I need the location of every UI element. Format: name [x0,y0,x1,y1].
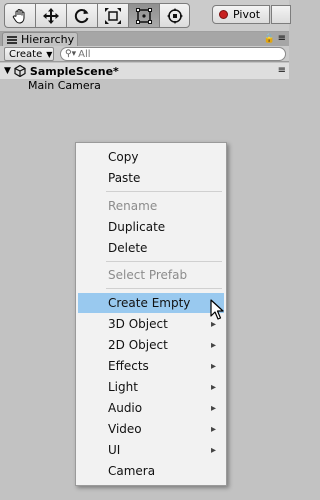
rotate-icon [74,8,89,23]
rotate-tool-button[interactable] [66,3,97,28]
menu-item-ui[interactable]: UI ▸ [78,440,224,460]
scale-icon [105,7,121,24]
hierarchy-list-icon [7,35,17,44]
tab-hierarchy[interactable]: Hierarchy [2,32,78,46]
chevron-right-icon: ▸ [210,423,216,435]
menu-item-label: Video [108,422,142,436]
chevron-right-icon: ▸ [210,339,216,351]
menu-item-video[interactable]: Video ▸ [78,419,224,439]
hierarchy-item-main-camera[interactable]: Main Camera [28,79,101,94]
menu-item-label: Effects [108,359,149,373]
menu-item-delete[interactable]: Delete [78,238,224,258]
lock-icon[interactable]: 🔒 [264,34,275,44]
transform-tools-group [4,3,190,28]
rect-transform-icon [136,7,152,24]
fold-arrow-icon[interactable]: ▼ [4,66,11,76]
chevron-right-icon: ▸ [210,402,216,414]
menu-item-effects[interactable]: Effects ▸ [78,356,224,376]
move-tool-button[interactable] [35,3,66,28]
pivot-label: Pivot [233,8,261,21]
menu-item-label: Audio [108,401,143,415]
menu-item-camera[interactable]: Camera [78,461,224,481]
global-toggle-button[interactable] [271,5,291,24]
tab-menu-icon[interactable]: ≡ [278,33,286,44]
rect-tool-button[interactable] [128,3,159,28]
menu-separator [106,261,222,262]
create-dropdown-button[interactable]: Create ▼ [4,47,54,61]
move-arrows-icon [43,7,59,24]
menu-item-create-empty[interactable]: Create Empty [78,293,224,313]
menu-item-3d-object[interactable]: 3D Object ▸ [78,314,224,334]
search-icon: ⚲▾ [65,49,77,59]
mouse-pointer-icon [210,299,224,320]
menu-item-label: UI [108,443,121,457]
scene-menu-icon[interactable]: ≡ [278,65,286,76]
scene-name: SampleScene* [29,64,119,78]
menu-item-duplicate[interactable]: Duplicate [78,217,224,237]
hierarchy-search-row: Create ▼ ⚲▾ [0,46,289,62]
menu-item-rename: Rename [108,199,158,213]
search-input[interactable] [78,48,259,60]
main-toolbar: Pivot [0,0,291,32]
menu-item-label: Light [108,380,138,394]
scale-tool-button[interactable] [97,3,128,28]
chevron-right-icon: ▸ [210,381,216,393]
scene-row[interactable]: ▼ SampleScene* ≡ [0,63,289,79]
menu-item-light[interactable]: Light ▸ [78,377,224,397]
hand-tool-button[interactable] [4,3,35,28]
transform-combo-icon [166,7,183,24]
context-menu: Copy Paste Rename Duplicate Delete Selec… [75,142,227,486]
menu-item-2d-object[interactable]: 2D Object ▸ [78,335,224,355]
hand-icon [12,8,25,24]
chevron-right-icon: ▸ [210,360,216,372]
tab-hierarchy-label: Hierarchy [21,33,75,46]
menu-item-label: 2D Object [108,338,168,352]
menu-item-copy[interactable]: Copy [78,147,224,167]
hierarchy-tab-bar: Hierarchy 🔒 ≡ [0,32,289,46]
menu-item-audio[interactable]: Audio ▸ [78,398,224,418]
menu-item-select-prefab: Select Prefab [108,268,188,282]
pivot-toggle-button[interactable]: Pivot [212,5,270,24]
transform-tool-button[interactable] [159,3,190,28]
menu-separator [106,288,222,289]
menu-item-label: 3D Object [108,317,168,331]
search-field[interactable]: ⚲▾ [60,47,286,61]
create-label: Create [9,48,43,60]
chevron-right-icon: ▸ [210,444,216,456]
menu-separator [106,191,222,192]
unity-scene-icon [14,65,26,77]
menu-item-paste[interactable]: Paste [78,168,224,188]
pivot-icon [219,10,228,19]
chevron-down-icon: ▼ [46,49,53,59]
